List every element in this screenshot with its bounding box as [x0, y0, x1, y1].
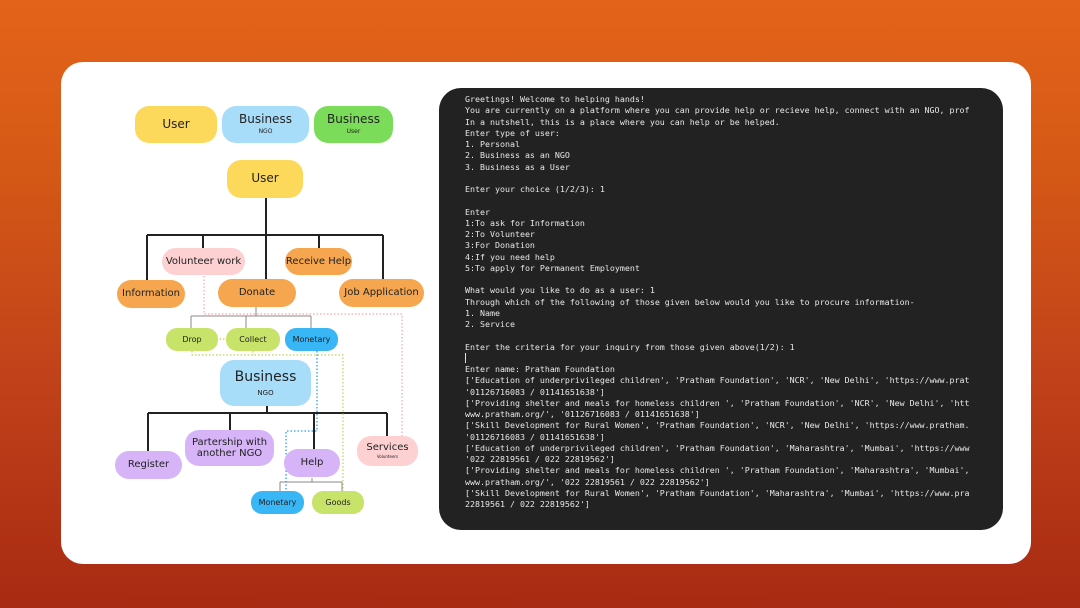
node-partnership: Partership with another NGO — [185, 430, 274, 466]
terminal-line: ['Skill Development for Rural Women', 'P… — [465, 420, 970, 431]
terminal-line: '01126716083 / 01141651638'] — [465, 431, 605, 442]
terminal-line: ['Education of underprivileged children'… — [465, 375, 970, 386]
legend-business-user: Business User — [314, 106, 393, 143]
terminal-line: 3. Business as a User — [465, 161, 570, 172]
terminal-line: '022 22819561 / 022 22819562'] — [465, 454, 615, 464]
terminal-window[interactable]: Greetings! Welcome to helping hands! You … — [439, 88, 1003, 530]
node-register: Register — [115, 451, 182, 479]
terminal-line: 2:To Volunteer — [465, 229, 535, 239]
terminal-line: 1. Personal — [465, 139, 520, 149]
node-receive-help: Receive Help — [285, 248, 352, 275]
terminal-line: 1. Name — [465, 307, 500, 318]
terminal-line: ['Providing shelter and meals for homele… — [465, 397, 970, 408]
terminal-line: '01126716083 / 01141651638'] — [465, 386, 605, 397]
terminal-line: www.pratham.org/', '022 22819561 / 022 2… — [465, 476, 710, 487]
node-volunteer-work: Volunteer work — [162, 248, 245, 275]
terminal-line: Enter type of user: — [465, 127, 560, 138]
terminal-line: ['Skill Development for Rural Women', 'P… — [465, 487, 970, 498]
terminal-line: Enter — [465, 206, 490, 217]
node-services: Services Volunteers — [357, 436, 418, 466]
terminal-line: Enter the criteria for your inquiry from… — [465, 341, 795, 352]
terminal-line: Greetings! Welcome to helping hands! — [465, 94, 645, 104]
node-help: Help — [284, 449, 340, 477]
terminal-line: 1:To ask for Information — [465, 217, 585, 228]
text-cursor — [465, 353, 466, 364]
node-donate: Donate — [218, 279, 296, 307]
terminal-line: What would you like to do as a user: 1 — [465, 285, 655, 296]
node-job-application: Job Application — [339, 279, 424, 307]
terminal-line: 3:For Donation — [465, 240, 535, 251]
terminal-line: www.pratham.org/', '01126716083 / 011416… — [465, 409, 700, 419]
terminal-line: You are currently on a platform where yo… — [465, 105, 970, 116]
terminal-output: Greetings! Welcome to helping hands! You … — [465, 94, 995, 510]
node-collect: Collect — [226, 328, 280, 351]
node-drop: Drop — [166, 328, 218, 351]
legend-user: User — [135, 106, 217, 143]
terminal-line: ['Education of underprivileged children'… — [465, 442, 970, 453]
terminal-line: Through which of the following of those … — [465, 296, 915, 307]
terminal-line — [465, 353, 995, 364]
terminal-line: 2. Service — [465, 319, 515, 329]
node-business-ngo: Business NGO — [220, 360, 311, 406]
node-help-monetary: Monetary — [251, 491, 304, 514]
legend-business-ngo: Business NGO — [222, 106, 309, 143]
terminal-line: 5:To apply for Permanent Employment — [465, 262, 640, 273]
terminal-line: Enter your choice (1/2/3): 1 — [465, 184, 605, 194]
node-information: Information — [117, 280, 185, 308]
terminal-line: Enter name: Pratham Foundation — [465, 364, 615, 374]
node-donate-monetary: Monetary — [285, 328, 338, 351]
terminal-line: 4:If you need help — [465, 251, 555, 262]
node-user-root: User — [227, 160, 303, 198]
terminal-line: 2. Business as an NGO — [465, 150, 570, 161]
terminal-line: 22819561 / 022 22819562'] — [465, 499, 590, 509]
node-goods: Goods — [312, 491, 364, 514]
terminal-line: In a nutshell, this is a place where you… — [465, 116, 780, 127]
terminal-line: ['Providing shelter and meals for homele… — [465, 465, 970, 476]
